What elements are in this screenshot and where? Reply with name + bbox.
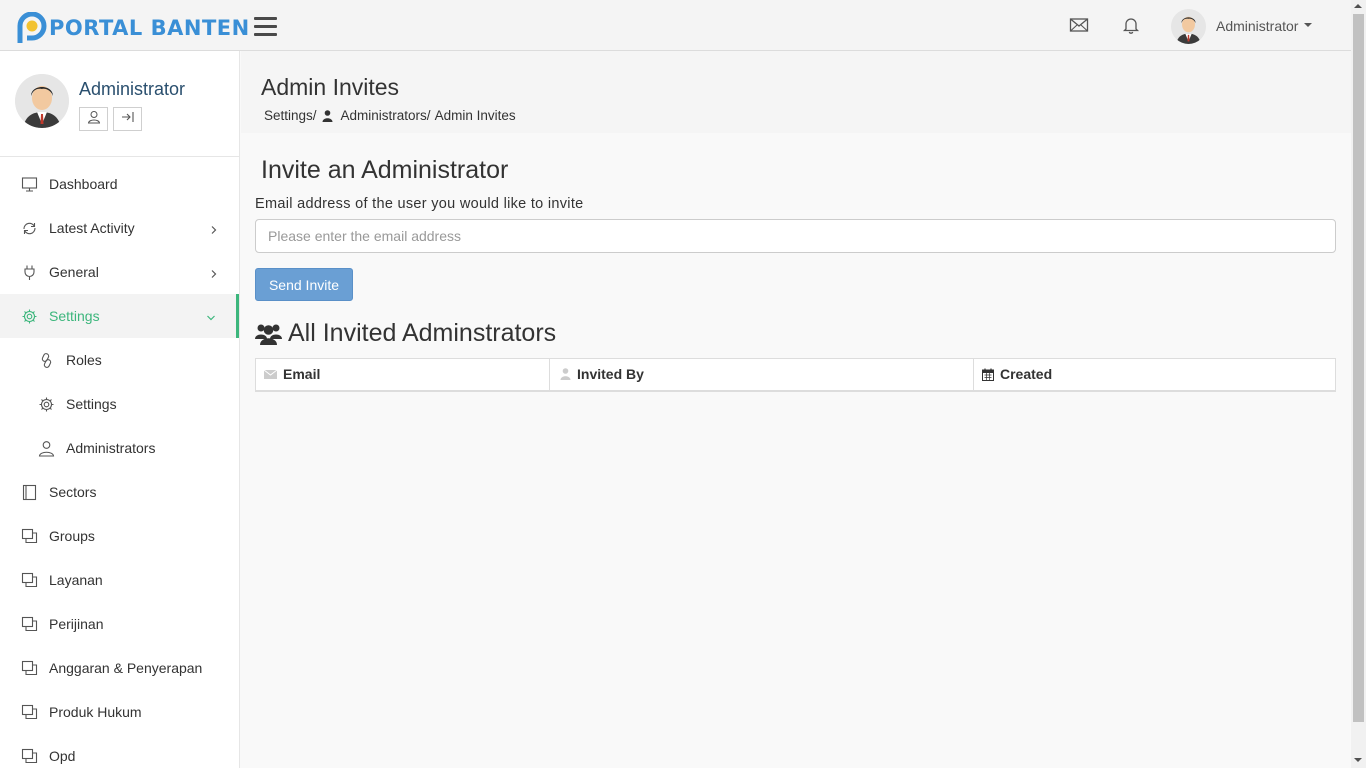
windows-icon [21,616,38,633]
main-content: Admin Invites Settings/ Administrators/ … [241,51,1351,768]
column-label: Email [283,366,321,383]
breadcrumb-administrators[interactable]: Administrators/ [341,108,431,123]
user-menu[interactable]: Administrator [1171,8,1313,44]
avatar [15,74,69,128]
sidebar-item-label: Roles [66,352,102,368]
user-name: Administrator [1216,18,1299,34]
breadcrumb-settings[interactable]: Settings/ [264,108,317,123]
user-icon [322,109,333,122]
vertical-scrollbar[interactable] [1351,0,1366,768]
user-icon [560,368,571,381]
profile-button[interactable] [79,107,108,131]
scroll-down-arrow-icon[interactable] [1354,758,1362,762]
logo-mark-icon [17,11,47,45]
page-title: Admin Invites [261,74,400,100]
avatar [1171,8,1206,44]
column-label: Created [1000,366,1053,383]
sidebar-item-settings[interactable]: Settings [0,294,239,338]
logout-button[interactable] [113,107,142,131]
sidebar-item-groups[interactable]: Groups [0,514,239,558]
scroll-up-arrow-icon[interactable] [1354,4,1362,8]
sidebar-item-opd[interactable]: Opd [0,734,239,768]
breadcrumb-current: Admin Invites [434,108,516,123]
logout-icon [121,110,135,129]
bell-icon[interactable] [1121,15,1141,35]
menu-toggle-icon[interactable] [254,17,277,36]
sidebar-item-label: Produk Hukum [49,704,142,720]
column-header-invited-by[interactable]: Invited By [549,358,974,392]
sidebar-item-layanan[interactable]: Layanan [0,558,239,602]
sidebar-subitem-settings[interactable]: Settings [0,382,239,426]
refresh-icon [21,220,38,237]
sidebar-item-label: Settings [49,308,100,324]
sidebar-item-perijinan[interactable]: Perijinan [0,602,239,646]
email-input[interactable] [255,219,1336,253]
sidebar-item-latest-activity[interactable]: Latest Activity [0,206,239,250]
sidebar-subitem-roles[interactable]: Roles [0,338,239,382]
profile-name: Administrator [79,79,186,99]
column-header-created[interactable]: Created [973,358,1336,392]
user-icon [38,440,55,457]
top-navbar: PORTAL BANTEN Administrator [0,0,1351,51]
column-label: Invited By [577,366,644,383]
email-label: Email address of the user you would like… [255,196,584,212]
scrollbar-thumb[interactable] [1353,14,1364,722]
sidebar-item-label: Anggaran & Penyerapan [49,660,203,676]
sidebar: Administrator Dashboard Latest Activity … [0,51,240,768]
sidebar-item-label: Groups [49,528,95,544]
sidebar-item-general[interactable]: General [0,250,239,294]
sidebar-subitem-administrators[interactable]: Administrators [0,426,239,470]
logo-text: PORTAL BANTEN [49,16,250,40]
sidebar-item-label: Administrators [66,440,156,456]
monitor-icon [21,176,38,193]
caret-down-icon [1304,23,1313,27]
breadcrumb: Settings/ Administrators/ Admin Invites [264,108,516,123]
sidebar-item-label: Latest Activity [49,220,135,236]
invited-admins-title: All Invited Adminstrators [288,319,557,347]
windows-icon [21,572,38,589]
sidebar-item-label: Dashboard [49,176,118,192]
windows-icon [21,704,38,721]
envelope-icon [264,369,277,380]
plug-icon [21,264,38,281]
sidebar-item-label: General [49,264,99,280]
sidebar-item-label: Settings [66,396,117,412]
gear-icon [38,396,55,413]
invite-heading: Invite an Administrator [261,156,509,184]
column-header-email[interactable]: Email [255,358,550,392]
envelope-icon[interactable] [1069,15,1089,35]
chevron-right-icon [209,266,219,278]
sidebar-item-dashboard[interactable]: Dashboard [0,162,239,206]
invited-admins-heading: All Invited Adminstrators [255,319,556,348]
sidebar-item-label: Opd [49,748,76,764]
page-header: Admin Invites Settings/ Administrators/ … [241,51,1351,133]
users-icon [255,322,282,346]
sidebar-item-produk-hukum[interactable]: Produk Hukum [0,690,239,734]
sidebar-item-label: Sectors [49,484,97,500]
sidebar-nav: Dashboard Latest Activity General Settin… [0,157,239,768]
book-icon [21,484,38,501]
sidebar-profile: Administrator [0,51,239,157]
link-icon [38,352,55,369]
sidebar-item-label: Layanan [49,572,103,588]
chevron-right-icon [209,222,219,234]
windows-icon [21,660,38,677]
calendar-icon [982,368,994,381]
sidebar-item-sectors[interactable]: Sectors [0,470,239,514]
sidebar-item-label: Perijinan [49,616,104,632]
chevron-down-icon [206,310,216,321]
user-icon [87,110,101,129]
windows-icon [21,748,38,765]
portal-logo[interactable]: PORTAL BANTEN [17,11,250,45]
invites-table: Email Invited By Created [255,358,1336,392]
gear-icon [21,308,38,325]
windows-icon [21,528,38,545]
send-invite-button[interactable]: Send Invite [255,268,353,301]
sidebar-item-anggaran[interactable]: Anggaran & Penyerapan [0,646,239,690]
